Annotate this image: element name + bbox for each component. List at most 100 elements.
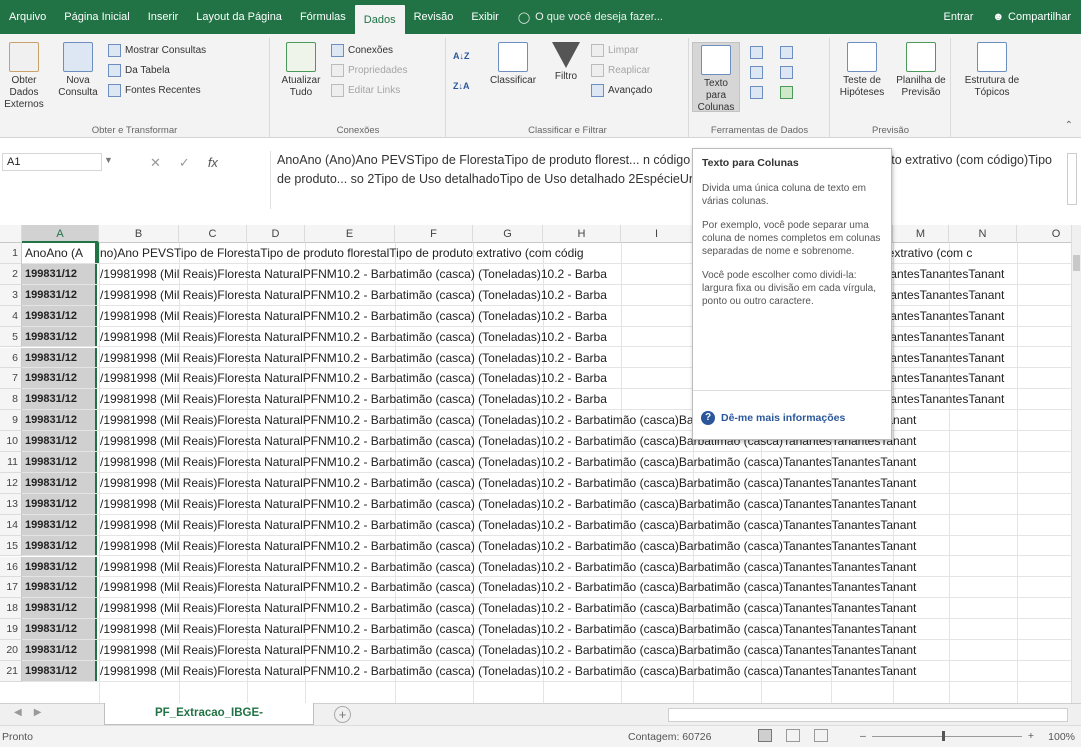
column-header-a[interactable]: A: [22, 225, 99, 243]
tab-revisao[interactable]: Revisão: [405, 0, 463, 34]
row-header-9[interactable]: 9: [0, 410, 22, 432]
tab-layout-da-pagina[interactable]: Layout da Página: [187, 0, 291, 34]
column-header-d[interactable]: D: [247, 225, 305, 243]
cell-a13[interactable]: 199831/12: [22, 493, 97, 514]
column-header-h[interactable]: H: [543, 225, 621, 243]
cell-a7[interactable]: 199831/12: [22, 368, 97, 389]
column-header-m[interactable]: M: [893, 225, 949, 243]
column-header-o[interactable]: O: [1017, 225, 1071, 243]
insert-function-button[interactable]: fx: [208, 155, 218, 171]
row-header-11[interactable]: 11: [0, 452, 22, 473]
row-header-18[interactable]: 18: [0, 598, 22, 620]
limpar-button[interactable]: Limpar: [591, 42, 639, 58]
propriedades-button[interactable]: Propriedades: [331, 62, 407, 78]
zoom-level[interactable]: 100%: [1048, 731, 1075, 743]
row-header-12[interactable]: 12: [0, 472, 22, 494]
cell-overflow-text[interactable]: /19981998 (Mil Reais)Floresta NaturalPFN…: [99, 452, 916, 472]
estrutura-topicos-button[interactable]: Estrutura de Tópicos: [958, 42, 1026, 99]
cell-a9[interactable]: 199831/12: [22, 410, 97, 431]
cell-a3[interactable]: 199831/12: [22, 284, 97, 305]
cell-a10[interactable]: 199831/12: [22, 431, 97, 451]
collapse-ribbon-icon[interactable]: ⌃: [1065, 120, 1073, 131]
cell-a15[interactable]: 199831/12: [22, 535, 97, 556]
column-header-i[interactable]: I: [621, 225, 693, 243]
editar-links-button[interactable]: Editar Links: [331, 82, 400, 98]
share-button[interactable]: ☻ Compartilhar: [982, 0, 1081, 34]
formula-input[interactable]: AnoAno (Ano)Ano PEVSTipo de FlorestaTipo…: [270, 151, 1060, 209]
zoom-in-button[interactable]: +: [1028, 730, 1034, 742]
tab-inserir[interactable]: Inserir: [139, 0, 188, 34]
flash-fill-button[interactable]: [750, 44, 763, 60]
cell-overflow-text[interactable]: /19981998 (Mil Reais)Floresta NaturalPFN…: [99, 661, 916, 681]
relationships-button[interactable]: [780, 64, 793, 80]
row-header-14[interactable]: 14: [0, 514, 22, 536]
cell-a16[interactable]: 199831/12: [22, 556, 97, 577]
column-header-e[interactable]: E: [305, 225, 395, 243]
cell-a18[interactable]: 199831/12: [22, 598, 97, 619]
teste-hipoteses-button[interactable]: Teste de Hipóteses: [835, 42, 889, 99]
vertical-scrollbar[interactable]: [1071, 225, 1081, 703]
reaplicar-button[interactable]: Reaplicar: [591, 62, 650, 78]
row-header-2[interactable]: 2: [0, 263, 22, 285]
worksheet-grid[interactable]: ABCDEFGHIJKLMNO1AnoAno (Ano)Ano PEVSTipo…: [0, 225, 1071, 703]
column-header-f[interactable]: F: [395, 225, 473, 243]
cell-a12[interactable]: 199831/12: [22, 472, 97, 493]
mostrar-consultas-button[interactable]: Mostrar Consultas: [108, 42, 206, 58]
cell-a4[interactable]: 199831/12: [22, 305, 97, 326]
normal-view-button[interactable]: [758, 729, 772, 742]
cell-overflow-text[interactable]: /19981998 (Mil Reais)Floresta NaturalPFN…: [99, 494, 916, 514]
row-header-21[interactable]: 21: [0, 661, 22, 682]
cell-a21[interactable]: 199831/12: [22, 661, 97, 681]
cell-a20[interactable]: 199831/12: [22, 640, 97, 660]
obter-dados-externos-button[interactable]: Obter Dados Externos: [0, 42, 48, 111]
cell-overflow-text[interactable]: /19981998 (Mil Reais)Floresta NaturalPFN…: [99, 598, 916, 618]
signin-button[interactable]: Entrar: [934, 0, 982, 34]
cell-a2[interactable]: 199831/12: [22, 263, 97, 284]
name-box[interactable]: A1: [2, 153, 102, 171]
consolidate-button[interactable]: [780, 44, 793, 60]
cell-a6[interactable]: 199831/12: [22, 347, 97, 368]
cell-overflow-text[interactable]: /19981998 (Mil Reais)Floresta NaturalPFN…: [99, 619, 916, 639]
cell-a5[interactable]: 199831/12: [22, 326, 97, 347]
filtro-button[interactable]: Filtro: [547, 42, 585, 83]
column-header-b[interactable]: B: [99, 225, 179, 243]
cell-overflow-text[interactable]: /19981998 (Mil Reais)Floresta NaturalPFN…: [99, 577, 916, 597]
row-header-20[interactable]: 20: [0, 640, 22, 661]
cell-overflow-text[interactable]: /19981998 (Mil Reais)Floresta NaturalPFN…: [99, 473, 916, 493]
column-header-c[interactable]: C: [179, 225, 247, 243]
fontes-recentes-button[interactable]: Fontes Recentes: [108, 82, 201, 98]
cell-a8[interactable]: 199831/12: [22, 389, 97, 410]
sort-za-button[interactable]: Z↓A: [453, 78, 470, 94]
avancado-button[interactable]: Avançado: [591, 82, 652, 98]
cell-a1[interactable]: AnoAno (A: [22, 243, 99, 263]
data-validation-button[interactable]: [750, 84, 763, 100]
horizontal-scrollbar[interactable]: [668, 708, 1068, 722]
formula-scrollbar[interactable]: [1067, 153, 1077, 205]
data-model-button[interactable]: [780, 84, 793, 100]
tab-exibir[interactable]: Exibir: [462, 0, 508, 34]
cell-overflow-text[interactable]: /19981998 (Mil Reais)Floresta NaturalPFN…: [99, 557, 916, 577]
page-break-view-button[interactable]: [814, 729, 828, 742]
row-header-6[interactable]: 6: [0, 347, 22, 369]
planilha-previsao-button[interactable]: Planilha de Previsão: [893, 42, 949, 99]
row-header-15[interactable]: 15: [0, 535, 22, 557]
row-header-13[interactable]: 13: [0, 493, 22, 515]
cell-a17[interactable]: 199831/12: [22, 577, 97, 598]
row-header-17[interactable]: 17: [0, 577, 22, 599]
row-header-19[interactable]: 19: [0, 619, 22, 641]
tab-dados[interactable]: Dados: [354, 5, 405, 34]
add-sheet-button[interactable]: +: [334, 706, 351, 723]
vertical-scroll-thumb[interactable]: [1073, 255, 1080, 271]
tab-pagina-inicial[interactable]: Página Inicial: [55, 0, 138, 34]
cell-overflow-text[interactable]: /19981998 (Mil Reais)Floresta NaturalPFN…: [99, 536, 916, 556]
cell-a11[interactable]: 199831/12: [22, 452, 97, 472]
remove-duplicates-button[interactable]: [750, 64, 763, 80]
row-header-3[interactable]: 3: [0, 284, 22, 306]
sheet-tab-active[interactable]: PF_Extracao_IBGE-PEVS_SIDRA_UF_: [104, 703, 314, 740]
row-header-5[interactable]: 5: [0, 326, 22, 348]
row-header-10[interactable]: 10: [0, 431, 22, 452]
row-header-1[interactable]: 1: [0, 243, 22, 264]
sort-az-button[interactable]: A↓Z: [453, 48, 470, 64]
more-info-link[interactable]: ? Dê-me mais informações: [701, 411, 845, 425]
tell-me-box[interactable]: ◯ O que você deseja fazer...: [508, 0, 663, 34]
